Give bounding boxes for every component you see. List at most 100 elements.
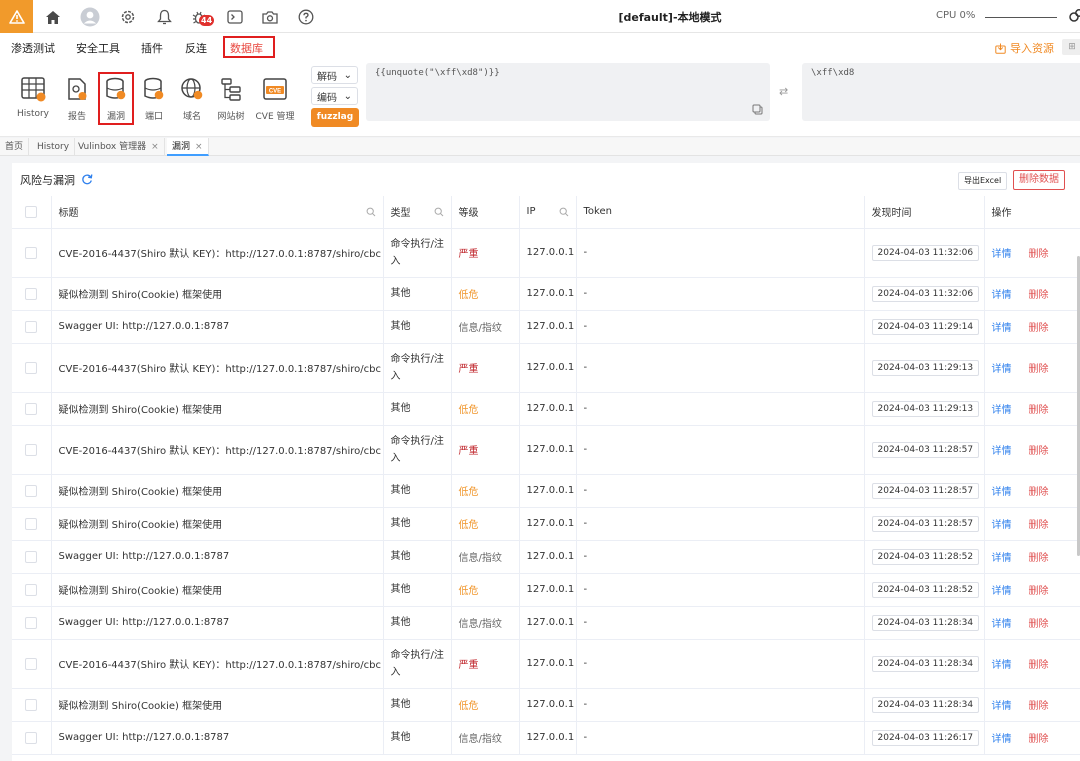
detail-link[interactable]: 详情 — [992, 446, 1012, 457]
terminal-icon[interactable] — [225, 7, 245, 27]
bell-icon[interactable] — [154, 7, 174, 27]
table-row[interactable]: Swagger UI: http://127.0.0.1:8787 其他 信息/指纹… — [12, 606, 1080, 640]
row-checkbox[interactable] — [25, 246, 37, 259]
row-checkbox[interactable] — [25, 616, 37, 629]
tool-ports[interactable]: 端口 — [134, 75, 174, 122]
detail-link[interactable]: 详情 — [992, 249, 1012, 260]
menu-pentest[interactable]: 渗透测试 — [11, 40, 55, 56]
delete-link[interactable]: 删除 — [1029, 249, 1049, 260]
row-checkbox[interactable] — [25, 320, 37, 333]
tool-history[interactable]: History — [13, 75, 53, 119]
help-icon[interactable] — [296, 7, 316, 27]
decode-select[interactable]: 解码 ⌄ — [311, 66, 358, 84]
delete-link[interactable]: 删除 — [1029, 487, 1049, 498]
swap-icon[interactable]: ⇄ — [779, 85, 788, 98]
link-icon[interactable] — [1068, 8, 1080, 24]
delete-data-button[interactable]: 删除数据 — [1013, 170, 1065, 190]
close-icon[interactable]: × — [195, 142, 203, 152]
fuzztag-button[interactable]: fuzzlag — [311, 108, 359, 127]
detail-link[interactable]: 详情 — [992, 734, 1012, 745]
table-row[interactable]: Swagger UI: http://127.0.0.1:8787 其他 信息/指纹… — [12, 310, 1080, 344]
detail-link[interactable]: 详情 — [992, 520, 1012, 531]
table-row[interactable]: 疑似检测到 Shiro(Cookie) 框架使用 其他 低危 127.0.0.1-20… — [12, 507, 1080, 541]
col-ip: IP — [519, 196, 577, 229]
search-icon[interactable] — [434, 207, 444, 217]
bug-icon[interactable]: 44 — [189, 7, 215, 27]
table-row[interactable]: 疑似检测到 Shiro(Cookie) 框架使用 其他 低危 127.0.0.1-20… — [12, 392, 1080, 426]
table-row[interactable]: CVE-2016-4437(Shiro 默认 KEY)：http://127.0… — [12, 228, 1080, 278]
settings-icon[interactable] — [118, 7, 138, 27]
delete-link[interactable]: 删除 — [1029, 660, 1049, 671]
delete-link[interactable]: 删除 — [1029, 701, 1049, 712]
row-select-cell — [12, 507, 52, 541]
delete-link[interactable]: 删除 — [1029, 323, 1049, 334]
row-token: - — [576, 721, 865, 755]
table-row[interactable]: Swagger UI: http://127.0.0.1:8787 其他 信息/指纹… — [12, 721, 1080, 755]
row-checkbox[interactable] — [25, 698, 37, 711]
detail-link[interactable]: 详情 — [992, 586, 1012, 597]
close-icon[interactable]: × — [151, 142, 159, 152]
row-checkbox[interactable] — [25, 517, 37, 530]
tab-history[interactable]: History — [32, 138, 76, 156]
table-row[interactable]: Swagger UI: http://127.0.0.1:8787 其他 信息/指纹… — [12, 540, 1080, 574]
detail-link[interactable]: 详情 — [992, 323, 1012, 334]
table-row[interactable]: CVE-2016-4437(Shiro 默认 KEY)：http://127.0… — [12, 343, 1080, 393]
export-excel-button[interactable]: 导出Excel — [958, 172, 1008, 190]
delete-link[interactable]: 删除 — [1029, 290, 1049, 301]
delete-link[interactable]: 删除 — [1029, 405, 1049, 416]
search-icon[interactable] — [559, 207, 569, 217]
row-checkbox[interactable] — [25, 657, 37, 670]
import-resources-button[interactable]: 导入资源 — [995, 40, 1054, 56]
edge-toggle-button[interactable]: ⊞ — [1062, 39, 1080, 55]
detail-link[interactable]: 详情 — [992, 660, 1012, 671]
detail-link[interactable]: 详情 — [992, 619, 1012, 630]
menu-reverse[interactable]: 反连 — [185, 40, 207, 56]
copy-icon[interactable] — [752, 104, 763, 118]
delete-link[interactable]: 删除 — [1029, 520, 1049, 531]
table-row[interactable]: 疑似检测到 Shiro(Cookie) 框架使用 其他 低危 127.0.0.1-20… — [12, 277, 1080, 311]
tool-domains[interactable]: 域名 — [172, 75, 212, 122]
home-icon[interactable] — [43, 7, 63, 27]
detail-link[interactable]: 详情 — [992, 701, 1012, 712]
row-checkbox[interactable] — [25, 287, 37, 300]
row-checkbox[interactable] — [25, 361, 37, 374]
tab-vulinbox[interactable]: Vulinbox 管理器 × — [73, 138, 165, 156]
encode-select[interactable]: 编码 ⌄ — [311, 87, 358, 105]
tab-home[interactable]: 首页 — [0, 138, 30, 156]
row-checkbox[interactable] — [25, 402, 37, 415]
delete-link[interactable]: 删除 — [1029, 446, 1049, 457]
tool-report[interactable]: 报告 — [57, 75, 97, 122]
row-checkbox[interactable] — [25, 731, 37, 744]
refresh-icon[interactable] — [81, 173, 93, 188]
menu-security-tools[interactable]: 安全工具 — [76, 40, 120, 56]
delete-link[interactable]: 删除 — [1029, 734, 1049, 745]
delete-link[interactable]: 删除 — [1029, 553, 1049, 564]
camera-icon[interactable] — [260, 7, 280, 27]
detail-link[interactable]: 详情 — [992, 553, 1012, 564]
warning-icon[interactable] — [0, 0, 33, 33]
codec-input[interactable]: {{unquote("\xff\xd8")}} — [366, 63, 770, 121]
table-row[interactable]: 疑似检测到 Shiro(Cookie) 框架使用 其他 低危 127.0.0.1-20… — [12, 573, 1080, 607]
detail-link[interactable]: 详情 — [992, 487, 1012, 498]
table-row[interactable]: 疑似检测到 Shiro(Cookie) 框架使用 其他 低危 127.0.0.1-20… — [12, 474, 1080, 508]
detail-link[interactable]: 详情 — [992, 364, 1012, 375]
delete-link[interactable]: 删除 — [1029, 364, 1049, 375]
detail-link[interactable]: 详情 — [992, 290, 1012, 301]
menu-plugins[interactable]: 插件 — [141, 40, 163, 56]
detail-link[interactable]: 详情 — [992, 405, 1012, 416]
table-row[interactable]: 疑似检测到 Shiro(Cookie) 框架使用 其他 低危 127.0.0.1-20… — [12, 688, 1080, 722]
row-checkbox[interactable] — [25, 550, 37, 563]
tab-vulns[interactable]: 漏洞 × — [167, 138, 209, 156]
select-all-checkbox[interactable] — [25, 205, 37, 218]
tool-cve[interactable]: CVE CVE 管理 — [255, 75, 295, 122]
row-checkbox[interactable] — [25, 484, 37, 497]
user-icon[interactable] — [80, 7, 100, 27]
delete-link[interactable]: 删除 — [1029, 586, 1049, 597]
search-icon[interactable] — [366, 207, 376, 217]
row-checkbox[interactable] — [25, 583, 37, 596]
row-checkbox[interactable] — [25, 443, 37, 456]
tool-site-tree[interactable]: 网站树 — [211, 75, 251, 122]
delete-link[interactable]: 删除 — [1029, 619, 1049, 630]
table-row[interactable]: CVE-2016-4437(Shiro 默认 KEY)：http://127.0… — [12, 425, 1080, 475]
table-row[interactable]: CVE-2016-4437(Shiro 默认 KEY)：http://127.0… — [12, 639, 1080, 689]
